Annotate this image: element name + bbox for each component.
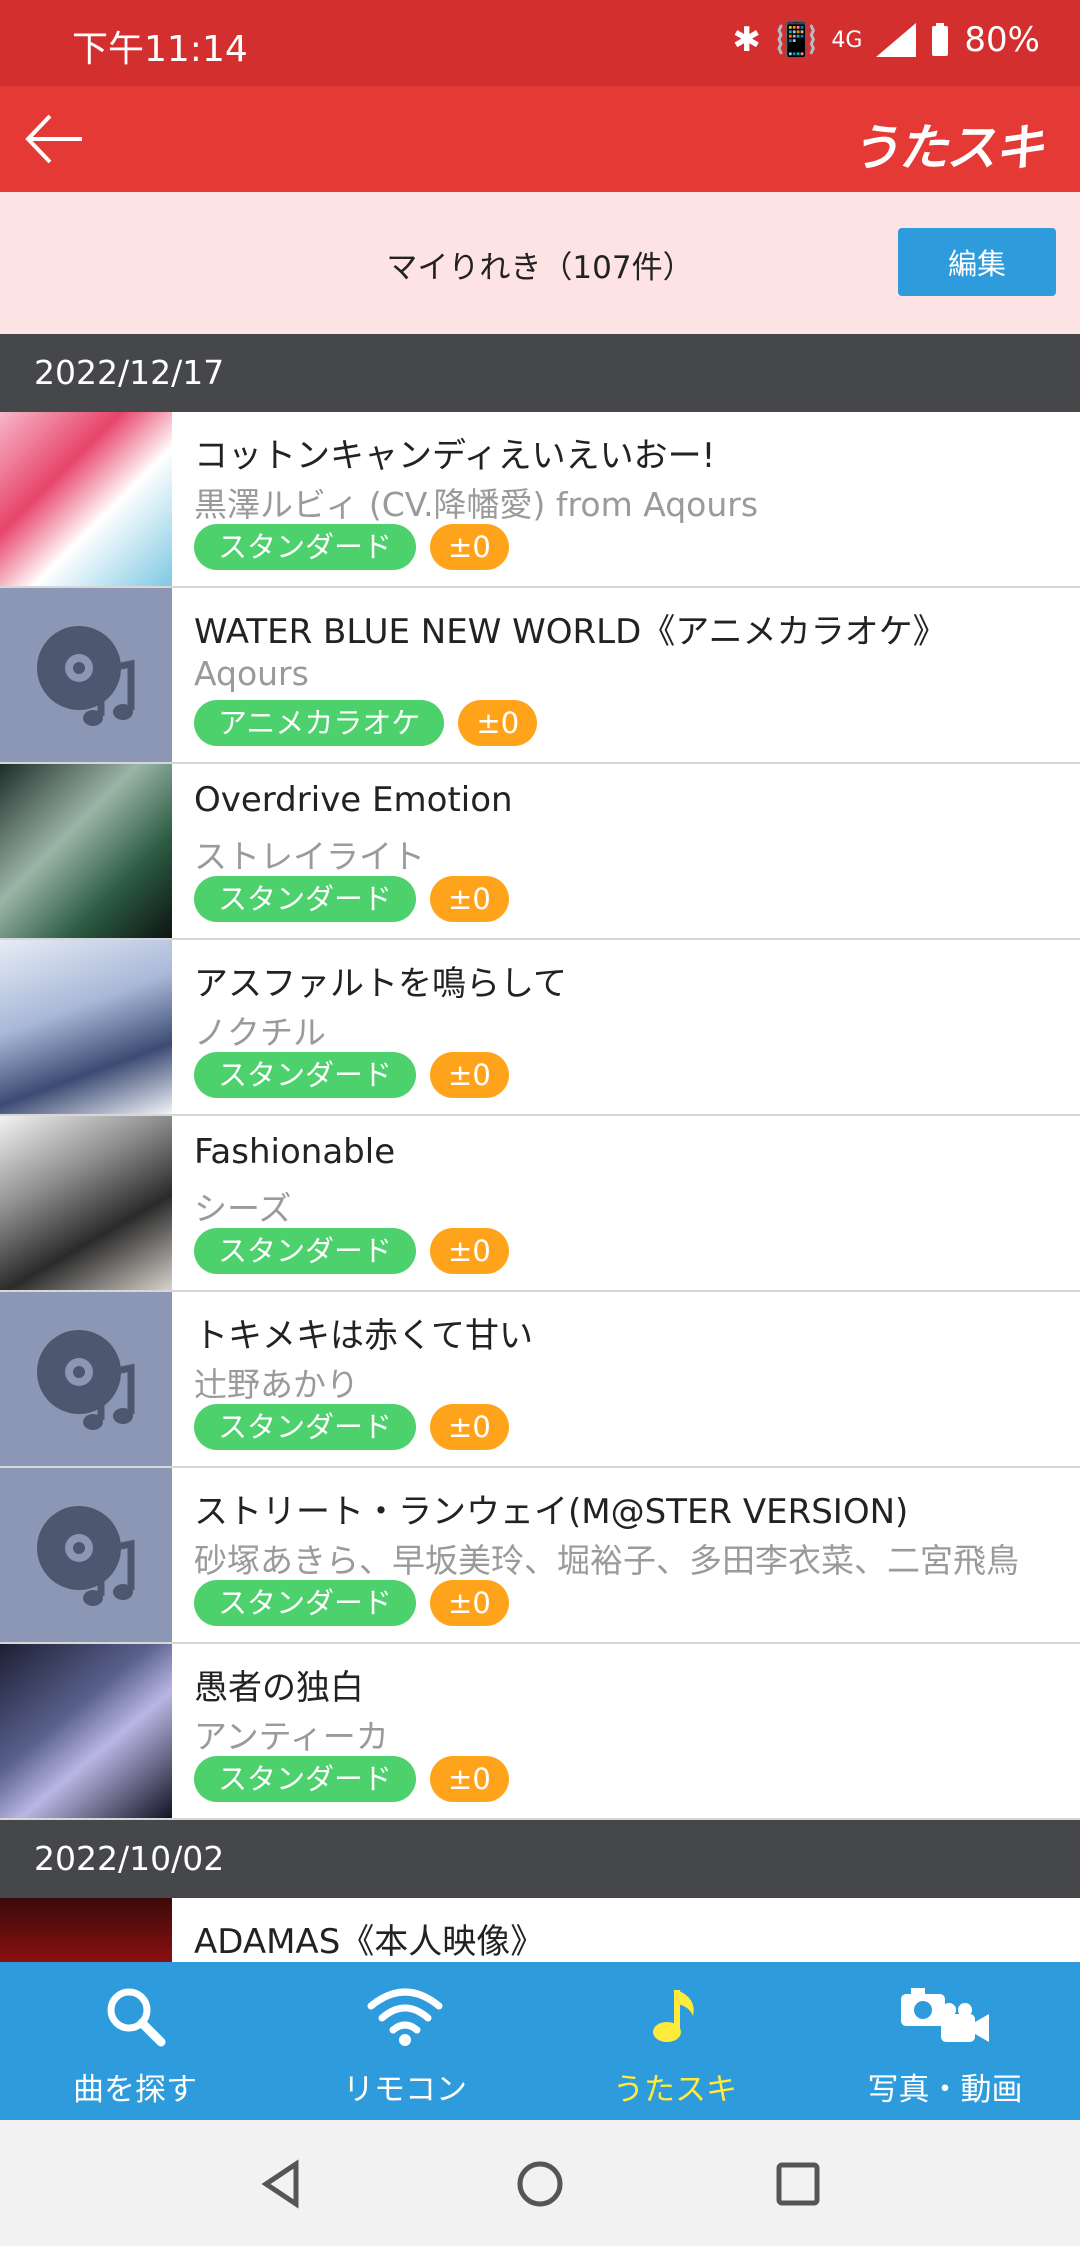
artist-name: 黒澤ルビィ (CV.降幡愛) from Aqours — [194, 485, 759, 524]
artist-name: アンティーカ — [194, 1717, 389, 1756]
album-art — [0, 1644, 172, 1818]
back-triangle-icon[interactable] — [254, 2156, 310, 2212]
status-icons: ✱ 📳 4G 80% — [733, 20, 1040, 60]
app-bar: うたスキ — [0, 86, 1080, 192]
score-badge: ±0 — [458, 700, 538, 746]
mode-badge: アニメカラオケ — [194, 700, 445, 746]
artist-name: 辻野あかり — [194, 1365, 359, 1404]
date-header: 2022/10/02 — [0, 1820, 1080, 1898]
album-art — [0, 764, 172, 938]
mode-badge: スタンダード — [194, 1052, 417, 1098]
search-icon — [107, 1988, 166, 2047]
mode-badge: スタンダード — [194, 876, 417, 922]
status-bar: 下午11:14 ✱ 📳 4G 80% — [0, 0, 1080, 86]
mode-badge: スタンダード — [194, 1404, 417, 1450]
cd-music-icon — [37, 1506, 135, 1606]
list-item[interactable]: 愚者の独白 アンティーカ スタンダード ±0 — [0, 1644, 1080, 1820]
song-title: コットンキャンディえいえいおー! — [194, 436, 716, 476]
recents-square-icon[interactable] — [770, 2156, 826, 2212]
album-art — [0, 1898, 172, 1962]
nav-label: うたスキ — [613, 2072, 737, 2108]
score-badge: ±0 — [430, 1756, 509, 1802]
cd-music-icon — [37, 626, 135, 726]
app-logo: うたスキ — [850, 119, 1044, 177]
score-badge: ±0 — [430, 1052, 509, 1098]
bottom-nav: 曲を探す リモコン うたスキ 写真・動画 — [0, 1962, 1080, 2120]
battery-icon — [932, 23, 949, 56]
cd-music-icon — [37, 1330, 135, 1430]
network-type: 4G — [831, 27, 863, 53]
back-arrow-icon[interactable] — [20, 104, 90, 174]
artist-name: Aqours — [194, 654, 309, 693]
list-item[interactable]: トキメキは赤くて甘い 辻野あかり スタンダード ±0 — [0, 1292, 1080, 1468]
artist-name: ストレイライト — [194, 837, 425, 876]
nav-label: リモコン — [343, 2072, 467, 2108]
album-art — [0, 940, 172, 1114]
camera-video-icon — [901, 1988, 989, 2042]
nav-remote[interactable]: リモコン — [270, 1962, 540, 2120]
album-art — [0, 1116, 172, 1290]
history-header: マイりれき（107件） 編集 — [0, 192, 1080, 334]
bluetooth-icon: ✱ — [732, 20, 762, 60]
mode-badge: スタンダード — [194, 1580, 417, 1626]
list-item[interactable]: コットンキャンディえいえいおー! 黒澤ルビィ (CV.降幡愛) from Aqo… — [0, 412, 1080, 588]
mode-badge: スタンダード — [194, 1756, 417, 1802]
date-header: 2022/12/17 — [0, 334, 1080, 412]
nav-label: 曲を探す — [73, 2072, 197, 2108]
score-badge: ±0 — [430, 524, 509, 570]
battery-percent: 80% — [964, 20, 1040, 60]
history-list: 2022/12/17 コットンキャンディえいえいおー! 黒澤ルビィ (CV.降幡… — [0, 334, 1080, 1962]
list-item[interactable]: アスファルトを鳴らして ノクチル スタンダード ±0 — [0, 940, 1080, 1116]
song-title: トキメキは赤くて甘い — [194, 1316, 533, 1356]
album-art — [0, 412, 172, 586]
score-badge: ±0 — [430, 876, 509, 922]
song-title: 愚者の独白 — [194, 1668, 364, 1708]
artist-name: 砂塚あきら、早坂美玲、堀裕子、多田李衣菜、二宮飛鳥 — [194, 1541, 1019, 1580]
artist-name: ノクチル — [194, 1013, 326, 1052]
nav-search[interactable]: 曲を探す — [0, 1962, 270, 2120]
score-badge: ±0 — [430, 1228, 509, 1274]
album-art-placeholder — [0, 1292, 172, 1466]
mode-badge: スタンダード — [194, 524, 417, 570]
song-title: Overdrive Emotion — [194, 780, 513, 820]
music-note-icon — [653, 1990, 694, 2042]
wifi-remote-icon — [367, 1988, 443, 2046]
system-nav-bar — [0, 2120, 1080, 2246]
status-time: 下午11:14 — [72, 29, 248, 70]
list-item[interactable]: WATER BLUE NEW WORLD《アニメカラオケ》 Aqours アニメ… — [0, 588, 1080, 764]
score-badge: ±0 — [430, 1580, 509, 1626]
mode-badge: スタンダード — [194, 1228, 417, 1274]
song-title: アスファルトを鳴らして — [194, 964, 567, 1004]
song-title: WATER BLUE NEW WORLD《アニメカラオケ》 — [194, 612, 947, 652]
list-item[interactable]: ADAMAS《本人映像》 — [0, 1898, 1080, 1962]
nav-label: 写真・動画 — [867, 2072, 1023, 2108]
album-art-placeholder — [0, 1468, 172, 1642]
song-title: Fashionable — [194, 1132, 396, 1172]
home-circle-icon[interactable] — [512, 2156, 568, 2212]
edit-button[interactable]: 編集 — [898, 228, 1056, 296]
score-badge: ±0 — [430, 1404, 509, 1450]
nav-utasuki[interactable]: うたスキ — [540, 1962, 810, 2120]
vibrate-icon: 📳 — [775, 20, 818, 60]
nav-photo-video[interactable]: 写真・動画 — [810, 1962, 1080, 2120]
list-item[interactable]: ストリート・ランウェイ(M@STER VERSION) 砂塚あきら、早坂美玲、堀… — [0, 1468, 1080, 1644]
signal-icon — [876, 23, 917, 57]
artist-name: シーズ — [194, 1189, 292, 1228]
album-art-placeholder — [0, 588, 172, 762]
list-item[interactable]: Overdrive Emotion ストレイライト スタンダード ±0 — [0, 764, 1080, 940]
song-title: ADAMAS《本人映像》 — [194, 1922, 545, 1962]
song-title: ストリート・ランウェイ(M@STER VERSION) — [194, 1492, 909, 1532]
list-item[interactable]: Fashionable シーズ スタンダード ±0 — [0, 1116, 1080, 1292]
